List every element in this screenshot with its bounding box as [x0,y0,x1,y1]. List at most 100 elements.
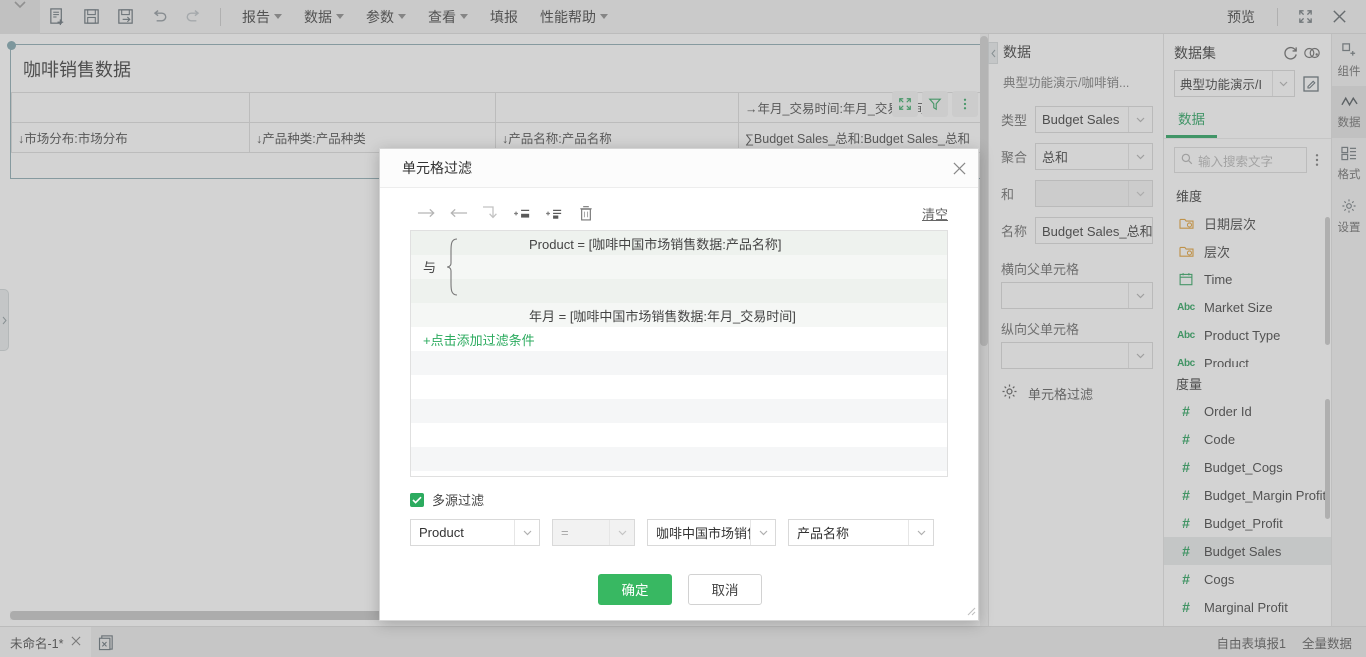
filter-column-select[interactable]: 产品名称 [788,519,934,546]
delete-icon[interactable] [570,199,602,227]
fullscreen-icon[interactable] [1288,0,1322,34]
add-sheet-icon[interactable] [91,634,121,651]
property-and-select[interactable] [1035,180,1153,207]
cell-filter-dialog[interactable]: 单元格过滤 清空 与 Product = [咖啡中国市场销售数据:产品名称] 年… [379,148,979,621]
sheet-resize-handle[interactable] [7,41,16,50]
list-item[interactable]: # Budget_Cogs [1164,453,1331,481]
sheet-tab[interactable]: 未命名-1* [0,627,92,657]
arrow-right-icon[interactable] [410,199,442,227]
filter-operator-select[interactable]: = [552,519,635,546]
empty-row[interactable] [411,351,947,375]
new-report-icon[interactable] [40,0,74,34]
save-icon[interactable] [74,0,108,34]
preview-button[interactable]: 预览 [1215,7,1267,27]
empty-row[interactable] [411,399,947,423]
redo-icon[interactable] [176,0,210,34]
edit-dataset-icon[interactable] [1299,72,1323,96]
multi-source-filter-row[interactable]: 多源过滤 [410,477,948,509]
component-icon [1341,42,1357,61]
clear-button[interactable]: 清空 [922,204,948,223]
menu-report[interactable]: 报告 [231,0,293,34]
arrow-turn-icon[interactable] [474,199,506,227]
menu-view[interactable]: 查看 [417,0,479,34]
dataset-more-icon[interactable] [1307,153,1327,167]
list-item[interactable]: Time [1164,265,1331,293]
empty-row[interactable] [411,447,947,471]
close-icon[interactable] [1322,0,1356,34]
list-item[interactable]: 层次 [1164,237,1331,265]
status-bar: 未命名-1* 自由表填报1 全量数据 [0,626,1366,657]
cell-r1c1[interactable] [11,92,250,123]
report-grid[interactable]: →年月_交易时间:年月_交易时间 ↓市场分布:市场分布 ↓产品种类:产品种类 ↓… [11,92,984,153]
dimension-scrollbar-thumb[interactable] [1325,217,1330,345]
chevron-down-icon [336,14,344,19]
arrow-left-icon[interactable] [442,199,474,227]
cell-r1c3[interactable] [495,92,739,123]
refresh-icon[interactable] [1279,42,1301,64]
menu-parameter[interactable]: 参数 [355,0,417,34]
dataset-select[interactable]: 典型功能演示/I [1174,70,1295,97]
filter-condition-row[interactable]: 年月 = [咖啡中国市场销售数据:年月_交易时间] [411,303,947,327]
tab-data[interactable]: 数据 [1166,103,1217,138]
status-report-name: 自由表填报1 [1216,636,1286,651]
scrollbar-thumb[interactable] [980,36,988,346]
expand-icon[interactable] [892,91,918,117]
list-item[interactable]: 日期层次 [1164,209,1331,237]
property-aggregation-select[interactable]: 总和 [1035,143,1153,170]
vertical-parent-select[interactable] [1001,342,1153,369]
confirm-button[interactable]: 确定 [598,573,672,605]
filter-conditions-box[interactable]: 与 Product = [咖啡中国市场销售数据:产品名称] 年月 = [咖啡中国… [410,230,948,477]
list-item[interactable]: Abc Product [1164,349,1331,368]
menu-fill[interactable]: 填报 [479,0,529,34]
menu-performance-help[interactable]: 性能帮助 [529,0,619,34]
property-type-select[interactable]: Budget Sales [1035,106,1153,133]
canvas-vertical-scrollbar[interactable] [980,34,988,626]
empty-row[interactable] [411,471,947,476]
empty-row[interactable] [411,375,947,399]
menu-data[interactable]: 数据 [293,0,355,34]
sidebar-item-settings[interactable]: 设置 [1332,190,1366,242]
multi-source-checkbox[interactable] [410,492,424,507]
list-item[interactable]: # Code [1164,425,1331,453]
properties-collapse-handle[interactable] [988,42,998,64]
measure-scrollbar-thumb[interactable] [1325,399,1330,519]
more-options-icon[interactable] [952,91,978,117]
empty-row[interactable] [411,423,947,447]
list-item[interactable]: Abc Product Type [1164,321,1331,349]
filter-dataset-select[interactable]: 咖啡中国市场销售 [647,519,776,546]
property-name-row: 名称 Budget Sales_总和 [989,212,1163,249]
cell-filter-button[interactable]: 单元格过滤 [989,369,1163,403]
add-row-icon[interactable] [506,199,538,227]
measure-list[interactable]: # Order Id # Code # Budget_Cogs # Budget… [1164,397,1331,625]
add-group-icon[interactable] [538,199,570,227]
sidebar-item-label: 组件 [1337,65,1361,78]
undo-icon[interactable] [142,0,176,34]
dialog-resize-grip[interactable] [964,604,976,616]
list-item[interactable]: # Order Id [1164,397,1331,425]
cell-r2c1[interactable]: ↓市场分布:市场分布 [11,122,250,153]
link-datasets-icon[interactable] [1301,42,1323,64]
list-item[interactable]: # Cogs [1164,565,1331,593]
search-input[interactable]: 输入搜索文字 [1174,147,1307,173]
sidebar-item-format[interactable]: 格式 [1332,138,1366,190]
left-panel-collapse-handle[interactable] [0,289,9,351]
save-as-icon[interactable] [108,0,142,34]
cancel-button[interactable]: 取消 [688,573,762,605]
add-filter-condition-row[interactable]: +点击添加过滤条件 [411,327,947,351]
filter-field-select[interactable]: Product [410,519,540,546]
close-icon[interactable] [71,635,81,649]
list-item[interactable]: # Marginal Profit [1164,593,1331,621]
list-item[interactable]: # Budget_Profit [1164,509,1331,537]
filter-icon[interactable] [922,91,948,117]
cell-r1c2[interactable] [249,92,496,123]
close-icon[interactable] [940,149,978,187]
list-item-selected[interactable]: # Budget Sales [1164,537,1331,565]
sidebar-item-components[interactable]: 组件 [1332,34,1366,86]
horizontal-parent-select[interactable] [1001,282,1153,309]
list-item[interactable]: Abc Market Size [1164,293,1331,321]
property-name-input[interactable]: Budget Sales_总和 [1035,217,1153,244]
list-item[interactable]: # Budget_Margin Profit [1164,481,1331,509]
multi-source-fields-row: Product = 咖啡中国市场销售 产品名称 [410,509,948,546]
sidebar-item-data[interactable]: 数据 [1332,86,1366,138]
dimension-list[interactable]: 日期层次 层次 Time Abc Market Size Abc Product… [1164,209,1331,367]
